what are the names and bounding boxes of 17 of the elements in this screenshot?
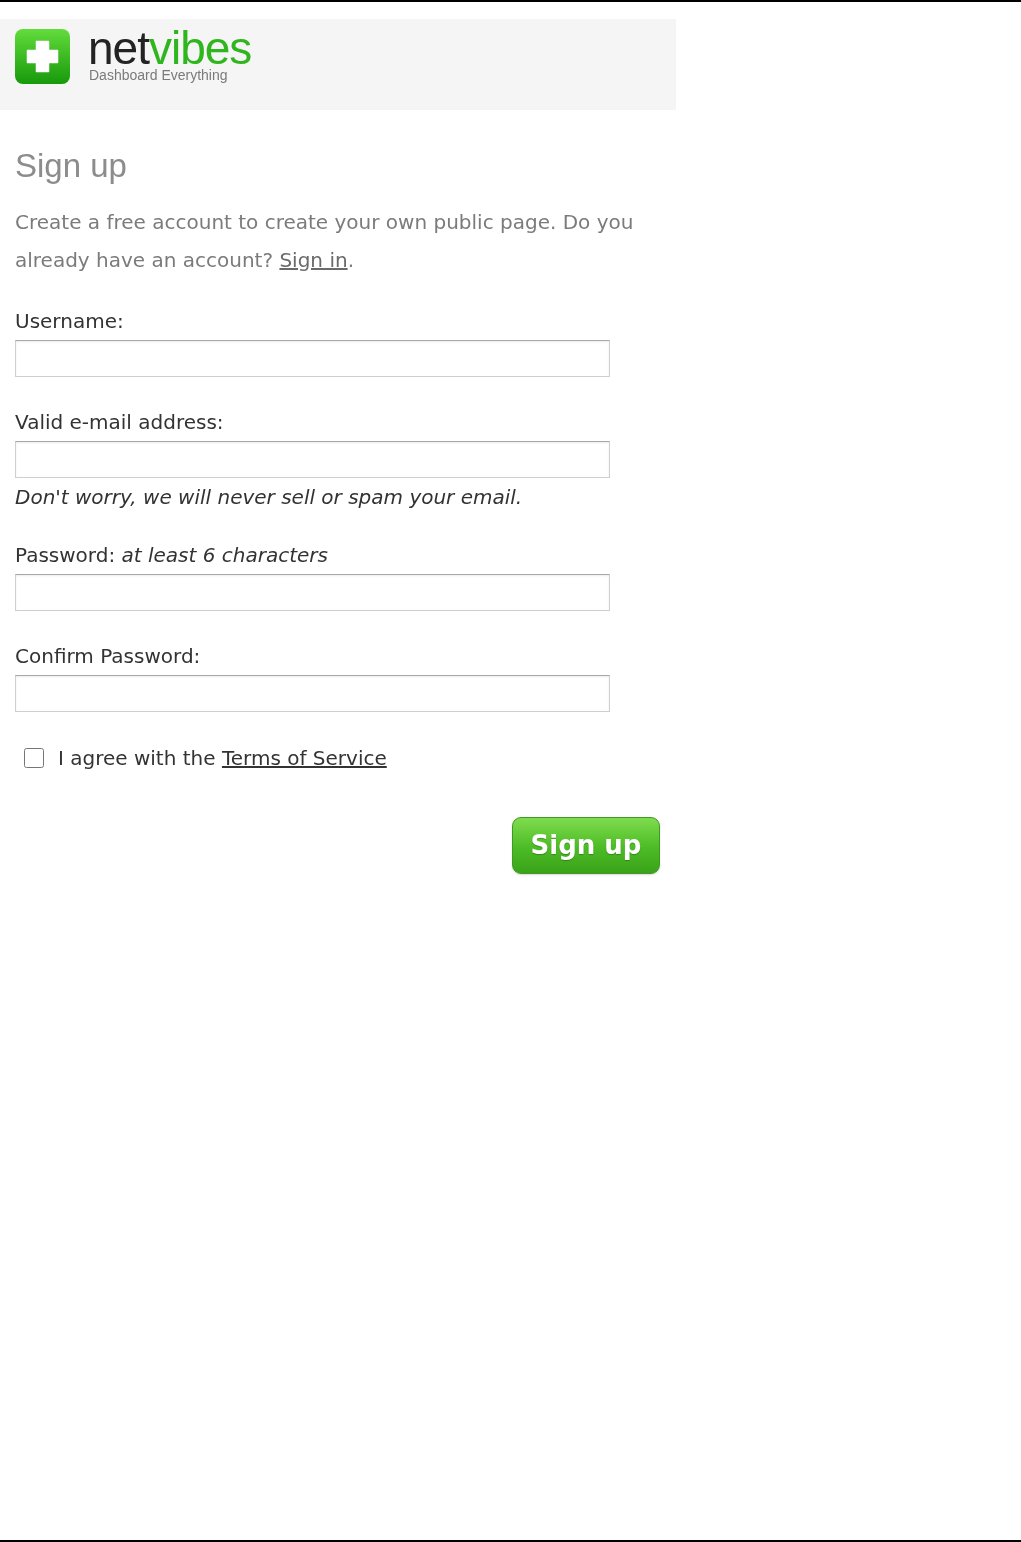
plus-logo-icon — [15, 29, 70, 84]
agreement-text: I agree with the Terms of Service — [58, 744, 387, 771]
email-field[interactable] — [15, 440, 610, 478]
field-label: Confirm Password: — [15, 642, 202, 669]
field-label: Username: — [15, 307, 125, 334]
agree-checkbox[interactable] — [24, 747, 44, 768]
page-heading: Sign up — [15, 146, 128, 186]
username-field[interactable] — [15, 339, 610, 377]
confirm-password-field[interactable] — [15, 674, 610, 712]
sign-in-link[interactable]: Sign in — [279, 247, 348, 272]
terms-link[interactable]: Terms of Service — [221, 745, 387, 770]
field-label: Valid e-mail address: — [15, 408, 225, 435]
field-note: Don't worry, we will never sell or spam your email. — [15, 483, 524, 510]
password-field[interactable] — [15, 573, 610, 611]
intro-text: Create a free account to create your own public page. Do you already have an account? Sign in. — [15, 208, 635, 274]
logo-tagline: Dashboard Everything — [89, 67, 228, 83]
field-label: Password: at least 6 characters — [15, 541, 329, 568]
